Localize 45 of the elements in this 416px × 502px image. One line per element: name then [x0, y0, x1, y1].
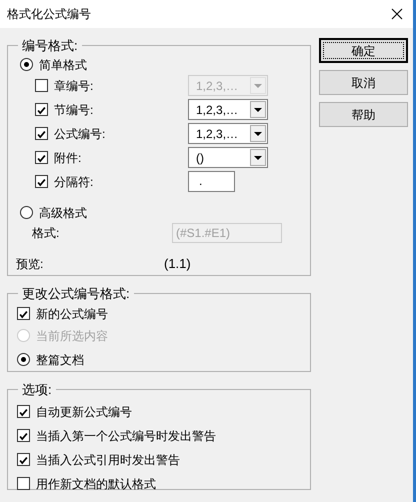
radio-label: 当前所选内容 [36, 328, 108, 344]
checkbox[interactable] [17, 453, 30, 466]
checkbox-label: 用作新文档的默认格式 [36, 476, 156, 492]
checkbox[interactable] [17, 307, 30, 320]
preview-value: (1.1) [164, 254, 191, 273]
input-field[interactable]: . [188, 171, 235, 192]
group-label: 选项: [21, 381, 53, 399]
field-label: 格式: [32, 224, 60, 242]
checkbox[interactable] [17, 477, 30, 490]
checkbox[interactable] [35, 103, 48, 116]
radio-button[interactable] [20, 206, 33, 219]
caret-icon [250, 101, 266, 118]
dialog-button[interactable]: 帮助 [319, 102, 408, 127]
window-title: 格式化公式编号 [7, 6, 91, 23]
radio-label: 高级格式 [39, 204, 87, 222]
checkbox[interactable] [35, 127, 48, 140]
checkbox[interactable] [35, 151, 48, 164]
dropdown[interactable]: 1,2,3,… [188, 99, 268, 120]
dropdown[interactable]: () [188, 147, 268, 168]
preview-label: 预览: [16, 256, 44, 272]
checkbox-label: 分隔符: [54, 174, 94, 190]
checkbox-label: 当插入公式引用时发出警告 [36, 452, 180, 468]
radio-label: 整篇文档 [36, 352, 84, 368]
caret-icon [250, 125, 266, 142]
checkbox-label: 自动更新公式编号 [36, 404, 132, 420]
checkbox-label: 附件: [54, 150, 82, 166]
checkbox-label: 公式编号: [54, 126, 106, 142]
checkbox[interactable] [17, 405, 30, 418]
checkbox[interactable] [35, 175, 48, 188]
close-icon[interactable] [391, 8, 403, 20]
dialog-button[interactable]: 确定 [319, 38, 408, 63]
radio-label: 简单格式 [39, 56, 87, 74]
checkbox-label: 当插入第一个公式编号时发出警告 [36, 428, 216, 444]
checkbox-label: 节编号: [54, 102, 94, 118]
radio-button[interactable] [20, 58, 33, 71]
caret-icon [250, 149, 266, 166]
checkbox[interactable] [17, 429, 30, 442]
radio-button[interactable] [17, 353, 30, 366]
dialog-button[interactable]: 取消 [319, 70, 408, 95]
checkbox-label: 新的公式编号 [36, 306, 108, 322]
dropdown[interactable]: 1,2,3,… [188, 123, 268, 144]
caret-icon [250, 77, 266, 94]
group-label: 编号格式: [21, 37, 79, 55]
checkbox-label: 章编号: [54, 78, 94, 94]
group-label: 更改公式编号格式: [21, 285, 131, 303]
